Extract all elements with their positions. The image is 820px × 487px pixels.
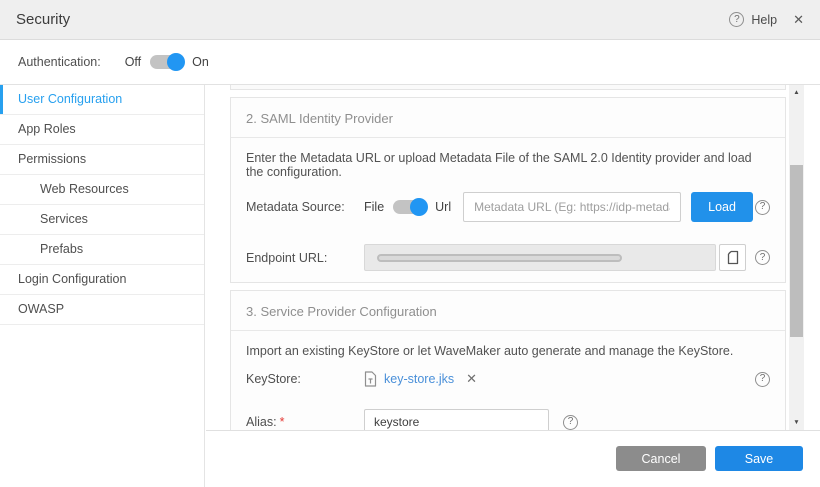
authentication-switch[interactable] — [150, 55, 183, 69]
metadata-url-input[interactable] — [463, 192, 681, 222]
keystore-help-icon[interactable]: ? — [755, 372, 770, 387]
switch-knob — [410, 198, 428, 216]
scroll-up-icon[interactable]: ▲ — [789, 85, 804, 100]
required-asterisk: * — [280, 415, 285, 429]
switch-knob — [167, 53, 185, 71]
toggle-url-label: Url — [435, 200, 451, 214]
content-scroll-area: 2. SAML Identity Provider Enter the Meta… — [206, 85, 820, 431]
footer-actions: Cancel Save — [616, 446, 803, 471]
toggle-file-label: File — [364, 200, 384, 214]
sidebar-item-owasp[interactable]: OWASP — [0, 295, 204, 325]
sidebar-item-web-resources[interactable]: Web Resources — [0, 175, 204, 205]
metadata-source-help-icon[interactable]: ? — [755, 200, 770, 215]
authentication-row: Authentication: Off On — [0, 40, 820, 85]
metadata-source-toggle: File Url — [364, 200, 451, 214]
scroll-down-icon[interactable]: ▼ — [789, 415, 804, 430]
sidebar-item-user-configuration[interactable]: User Configuration — [0, 85, 204, 115]
sidebar-item-services[interactable]: Services — [0, 205, 204, 235]
sidebar-item-login-configuration[interactable]: Login Configuration — [0, 265, 204, 295]
authentication-toggle: Off On — [125, 55, 209, 69]
vertical-scrollbar[interactable]: ▲ ▼ — [789, 85, 804, 430]
section-description-saml: Enter the Metadata URL or upload Metadat… — [231, 138, 785, 181]
endpoint-url-help-icon[interactable]: ? — [755, 250, 770, 265]
help-link[interactable]: Help — [751, 13, 777, 27]
copy-icon — [727, 250, 739, 265]
alias-label-text: Alias: — [246, 415, 277, 429]
titlebar-actions: ? Help ✕ — [729, 12, 804, 28]
alias-row: Alias:* ? — [231, 398, 785, 431]
saml-identity-provider-card: 2. SAML Identity Provider Enter the Meta… — [230, 97, 786, 283]
cancel-button[interactable]: Cancel — [616, 446, 706, 471]
endpoint-url-row: Endpoint URL: ? — [231, 233, 785, 282]
remove-keystore-icon[interactable]: ✕ — [466, 371, 477, 387]
authentication-label: Authentication: — [18, 55, 101, 69]
copy-button[interactable] — [719, 244, 746, 271]
redacted-url-bar — [377, 254, 622, 262]
sidebar: User Configuration App Roles Permissions… — [0, 85, 205, 487]
keystore-file-chip: key-store.jks ✕ — [364, 371, 477, 387]
page-title: Security — [16, 11, 70, 28]
toggle-on-label: On — [192, 55, 209, 69]
sidebar-item-app-roles[interactable]: App Roles — [0, 115, 204, 145]
scrollbar-thumb[interactable] — [790, 165, 803, 337]
save-button[interactable]: Save — [715, 446, 803, 471]
metadata-source-label: Metadata Source: — [246, 200, 364, 214]
endpoint-url-label: Endpoint URL: — [246, 251, 364, 265]
cards-column: 2. SAML Identity Provider Enter the Meta… — [230, 85, 786, 431]
file-icon — [364, 371, 377, 387]
endpoint-url-field — [364, 244, 716, 271]
close-icon[interactable]: ✕ — [793, 12, 804, 28]
keystore-row: KeyStore: key-store.jks ✕ ? — [231, 360, 785, 398]
service-provider-configuration-card: 3. Service Provider Configuration Import… — [230, 290, 786, 431]
section-title-service-provider: 3. Service Provider Configuration — [231, 291, 785, 331]
load-button[interactable]: Load — [691, 192, 753, 222]
sidebar-item-permissions[interactable]: Permissions — [0, 145, 204, 175]
metadata-source-row: Metadata Source: File Url Load ? — [231, 181, 785, 233]
section-title-saml: 2. SAML Identity Provider — [231, 98, 785, 138]
toggle-off-label: Off — [125, 55, 141, 69]
alias-input[interactable] — [364, 409, 549, 431]
titlebar: Security ? Help ✕ — [0, 0, 820, 40]
alias-label: Alias:* — [246, 415, 364, 429]
metadata-source-switch[interactable] — [393, 200, 426, 214]
previous-section-card-edge — [230, 85, 786, 90]
sidebar-item-prefabs[interactable]: Prefabs — [0, 235, 204, 265]
help-icon[interactable]: ? — [729, 12, 744, 27]
keystore-label: KeyStore: — [246, 372, 364, 386]
keystore-file-link[interactable]: key-store.jks — [384, 372, 454, 386]
section-description-service-provider: Import an existing KeyStore or let WaveM… — [231, 331, 785, 360]
alias-help-icon[interactable]: ? — [563, 415, 578, 430]
